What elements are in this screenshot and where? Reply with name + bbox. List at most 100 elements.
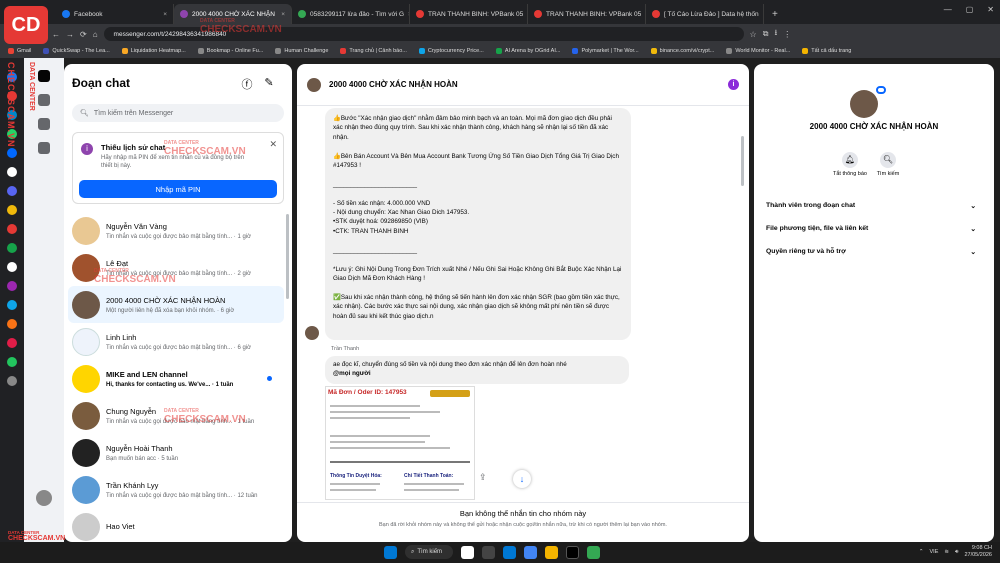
- chrome-icon[interactable]: [587, 545, 600, 559]
- youtube-icon[interactable]: [7, 224, 17, 234]
- chat-row[interactable]: Trần Khánh Lyy Tin nhắn và cuộc gọi được …: [68, 471, 284, 508]
- watermark: DATA CENTER CHECKSCAM.VN: [94, 268, 176, 285]
- new-tab-button[interactable]: +: [764, 9, 786, 24]
- chat-row[interactable]: Linh Linh Tin nhắn và cuộc gọi được bảo m…: [68, 323, 284, 360]
- chats-icon[interactable]: [38, 70, 50, 82]
- minimize-icon[interactable]: —: [944, 5, 952, 14]
- app-icon[interactable]: [7, 281, 17, 291]
- chat-row-selected[interactable]: 2000 4000 CHỜ XÁC NHẬN HOÀN Một người liê…: [68, 286, 284, 323]
- bookmark-canh-bao[interactable]: Trang chủ | Cảnh báo...: [340, 48, 407, 54]
- bookmark-world-monitor[interactable]: World Monitor - Real...: [726, 48, 790, 54]
- close-icon[interactable]: ✕: [269, 139, 277, 150]
- watermark-vertical: CHECKSCAM.VN: [6, 62, 16, 148]
- chat-row[interactable]: Nguyễn Hoài Thanh Bạn muốn bán acc · 5 tu…: [68, 434, 284, 471]
- requests-icon[interactable]: [38, 118, 50, 130]
- tiktok-icon[interactable]: [566, 545, 579, 559]
- wifi-icon[interactable]: ≋: [944, 549, 949, 555]
- all-bookmarks[interactable]: Tất cả dấu trang: [802, 48, 851, 54]
- tab-google-search[interactable]: 0583299117 lừa đảo - Tìm với G×: [292, 4, 410, 24]
- bookmark-liquidation[interactable]: Liquidation Heatmap...: [121, 48, 186, 54]
- tab-checkscam-3[interactable]: [ Tố Cáo Lừa Đảo ] Data hệ thốn×: [646, 4, 764, 24]
- mute-button[interactable]: 🔔︎ Tắt thông báo: [830, 152, 870, 177]
- close-icon[interactable]: ×: [281, 11, 285, 18]
- app-icon[interactable]: [461, 545, 474, 559]
- windows-start-icon[interactable]: [384, 545, 397, 559]
- tab-facebook[interactable]: Facebook ×: [56, 4, 174, 24]
- profile-avatar[interactable]: [36, 490, 52, 506]
- home-icon[interactable]: ⌂: [93, 30, 98, 39]
- close-icon[interactable]: ×: [163, 11, 167, 18]
- app-icon[interactable]: [7, 338, 17, 348]
- menu-icon[interactable]: ⋮: [783, 30, 791, 39]
- download-icon[interactable]: ⭳: [774, 27, 777, 41]
- chat-list-panel: Đoạn chat ⓕ ✎ 🔍︎ Tìm kiếm trên Messenger …: [64, 64, 292, 542]
- system-tray: ⌃ VIE ≋ 🔊︎ 9:08 CH 27/05/2026: [918, 545, 992, 559]
- forward-icon[interactable]: →: [66, 30, 74, 39]
- marketplace-icon[interactable]: [38, 94, 50, 106]
- binance-icon[interactable]: [7, 205, 17, 215]
- chevron-up-icon[interactable]: ⌃: [919, 549, 924, 555]
- tab-checkscam-2[interactable]: TRAN THANH BINH: VPBank 05×: [528, 4, 646, 24]
- star-icon[interactable]: ☆: [750, 30, 757, 39]
- bookmark-quickswap[interactable]: QuickSwap - The Lea...: [43, 48, 110, 54]
- maximize-icon[interactable]: ▢: [966, 5, 974, 14]
- app-icon[interactable]: [7, 243, 17, 253]
- bookmark-binance[interactable]: binance.com/vi/crypt...: [650, 48, 714, 54]
- more-icon[interactable]: [7, 376, 17, 386]
- bookmark-human-challenge[interactable]: Human Challenge: [275, 48, 328, 54]
- chrome-icon[interactable]: [524, 545, 537, 559]
- back-icon[interactable]: ←: [52, 30, 60, 39]
- chat-row[interactable]: Nguyễn Văn Vàng Tin nhắn và cuộc gọi được…: [68, 212, 284, 249]
- share-icon[interactable]: ⇪: [479, 472, 487, 483]
- chat-list-scrollbar[interactable]: [286, 214, 289, 299]
- app-icon[interactable]: [482, 545, 495, 559]
- clock[interactable]: 9:08 CH 27/05/2026: [964, 545, 992, 559]
- reload-icon[interactable]: ⟳: [80, 30, 87, 39]
- facebook-icon[interactable]: ⓕ: [240, 76, 254, 91]
- x-icon[interactable]: [7, 167, 17, 177]
- compose-icon[interactable]: ✎: [262, 76, 276, 90]
- bookmark-bookmap[interactable]: Bookmap - Online Fu...: [197, 48, 263, 54]
- bookmark-polymarket[interactable]: Polymarket | The Wor...: [572, 48, 639, 54]
- search-in-chat-button[interactable]: 🔍︎ Tìm kiếm: [868, 152, 908, 177]
- conversation-scrollbar[interactable]: [741, 136, 744, 186]
- avatar: [72, 364, 100, 393]
- chat-row[interactable]: MIKE and LEN channel Hi, thanks for conta…: [68, 360, 284, 397]
- bookmark-crypto-price[interactable]: Cryptocurrency Price...: [418, 48, 484, 54]
- search-input[interactable]: 🔍︎ Tìm kiếm trên Messenger: [72, 104, 284, 122]
- order-image[interactable]: Mã Đơn / Oder ID: 147953 Thông Tin Duyệt…: [325, 386, 475, 500]
- group-avatar[interactable]: [307, 77, 321, 92]
- section-media[interactable]: File phương tiện, file và liên kết ⌄: [766, 225, 976, 233]
- info-icon: i: [81, 143, 93, 155]
- discord-icon[interactable]: [7, 186, 17, 196]
- extensions-icon[interactable]: ⧉: [763, 29, 769, 39]
- watermark: DATA CENTER CHECKSCAM.VN: [200, 18, 282, 35]
- heatmap-icon: [121, 48, 128, 54]
- tab-checkscam-1[interactable]: TRAN THANH BINH: VPBank 05×: [410, 4, 528, 24]
- chat-row[interactable]: Hao Viet: [68, 508, 284, 545]
- section-privacy[interactable]: Quyền riêng tư và hỗ trợ ⌄: [766, 248, 976, 256]
- section-members[interactable]: Thành viên trong đoạn chat ⌄: [766, 202, 976, 210]
- enter-pin-button[interactable]: Nhập mã PIN: [79, 180, 277, 198]
- bookmap-icon: [197, 48, 204, 54]
- bookmark-ai-arena[interactable]: AI Arena by OGrid AI...: [495, 48, 560, 54]
- scroll-down-button[interactable]: ↓: [513, 470, 531, 488]
- bookmark-gmail[interactable]: Gmail: [8, 48, 31, 54]
- checkscam-icon: [416, 10, 424, 18]
- app-icon[interactable]: [7, 300, 17, 310]
- app-icon[interactable]: [7, 357, 17, 367]
- zalo-icon[interactable]: [7, 148, 17, 158]
- volume-icon[interactable]: 🔊︎: [955, 549, 958, 556]
- app-icon[interactable]: [7, 319, 17, 329]
- checkscam-icon: [534, 10, 542, 18]
- folder-icon[interactable]: [545, 545, 558, 559]
- openai-icon[interactable]: [7, 262, 17, 272]
- mail-icon[interactable]: [503, 545, 516, 559]
- close-window-icon[interactable]: ✕: [987, 5, 994, 14]
- sender-name: Trần Thanh: [331, 346, 360, 352]
- taskbar-search[interactable]: ⌕ Tìm kiếm: [405, 545, 453, 559]
- info-icon[interactable]: i: [728, 79, 739, 90]
- archive-icon[interactable]: [38, 142, 50, 154]
- mention[interactable]: @mọi người: [333, 370, 371, 377]
- avatar: [72, 438, 100, 467]
